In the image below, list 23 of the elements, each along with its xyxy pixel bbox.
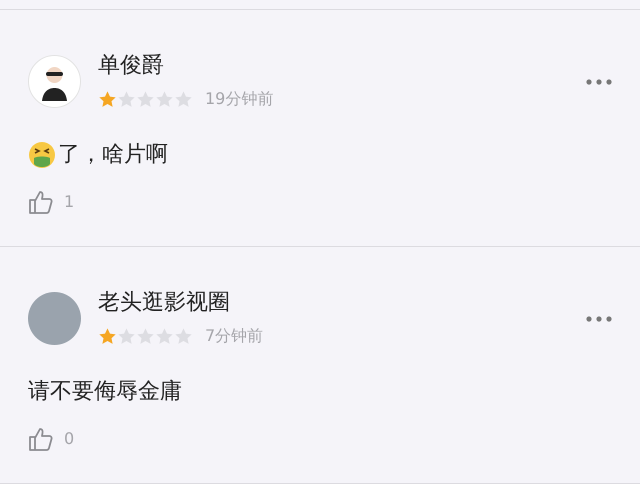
more-options-icon[interactable]: [586, 316, 612, 322]
star-icon: [98, 90, 117, 108]
comment-text: 请不要侮辱金庸: [28, 378, 182, 406]
username[interactable]: 单俊爵: [98, 53, 274, 79]
comment-text: 了，啥片啊: [58, 141, 168, 169]
like-count: 0: [64, 428, 74, 450]
star-icon: [174, 326, 193, 346]
star-icon: [117, 90, 136, 108]
star-icon: [155, 326, 174, 346]
star-icon: [136, 326, 155, 346]
star-icon: [98, 326, 117, 346]
more-options-icon[interactable]: [586, 79, 612, 85]
like-count: 1: [64, 191, 74, 213]
star-icon: [136, 90, 155, 108]
star-icon: [155, 90, 174, 108]
star-icon: [174, 90, 193, 108]
comment-time: 19分钟前: [205, 88, 274, 110]
avatar-icon[interactable]: [28, 55, 81, 108]
username[interactable]: 老头逛影视圈: [98, 290, 264, 316]
thumbs-up-icon[interactable]: [28, 189, 54, 215]
thumbs-up-icon[interactable]: [28, 426, 54, 452]
comment-time: 7分钟前: [205, 325, 264, 347]
star-icon: [117, 326, 136, 346]
